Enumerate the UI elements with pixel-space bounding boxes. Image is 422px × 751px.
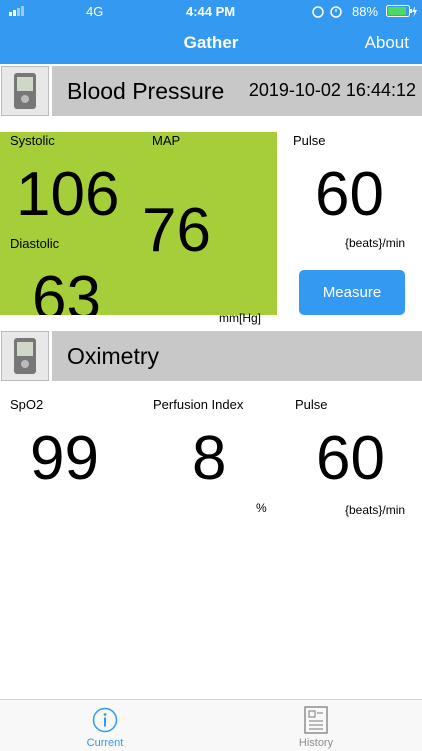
bp-pulse-label: Pulse bbox=[293, 133, 326, 148]
perfusion-unit: % bbox=[256, 501, 267, 515]
spo2-label: SpO2 bbox=[10, 397, 44, 412]
diastolic-label: Diastolic bbox=[10, 236, 60, 251]
navigation-bar: 4G 4:44 PM 88% Gather About bbox=[0, 0, 422, 64]
systolic-value: 106 bbox=[16, 160, 120, 229]
bp-device-icon bbox=[1, 66, 49, 116]
diastolic-value: 63 bbox=[32, 268, 101, 315]
perfusion-label: Perfusion Index bbox=[153, 397, 244, 412]
oximetry-pulse-label: Pulse bbox=[295, 397, 328, 412]
spo2-value: 99 bbox=[30, 424, 99, 493]
status-time: 4:44 PM bbox=[186, 4, 236, 19]
about-button[interactable]: About bbox=[365, 33, 409, 53]
section-title-oximetry: Oximetry bbox=[67, 343, 159, 369]
battery-icon bbox=[386, 5, 417, 17]
blood-pressure-header: Blood Pressure 2019-10-02 16:44:12 bbox=[52, 66, 422, 116]
measurement-timestamp: 2019-10-02 16:44:12 bbox=[248, 80, 416, 100]
tab-bar: Current History bbox=[0, 699, 422, 751]
perfusion-value: 8 bbox=[192, 424, 227, 493]
oximetry-header: Oximetry bbox=[52, 331, 422, 381]
map-label: MAP bbox=[152, 133, 181, 148]
battery-percent: 88% bbox=[352, 4, 379, 19]
oximetry-pulse-value: 60 bbox=[316, 424, 385, 493]
info-icon bbox=[92, 707, 118, 733]
pressure-unit: mm[Hg] bbox=[219, 311, 261, 325]
tab-history[interactable]: History bbox=[266, 700, 366, 750]
tab-history-label: History bbox=[298, 737, 334, 749]
oximeter-device-icon bbox=[1, 331, 49, 381]
lock-alarm-icons bbox=[312, 6, 342, 18]
map-value: 76 bbox=[142, 196, 211, 265]
document-icon bbox=[304, 706, 328, 734]
carrier-label: 4G bbox=[86, 4, 104, 19]
measure-button[interactable]: Measure bbox=[299, 270, 405, 315]
tab-current[interactable]: Current bbox=[55, 700, 155, 750]
oximetry-pulse-unit: {beats}/min bbox=[345, 503, 406, 517]
systolic-label: Systolic bbox=[10, 133, 55, 148]
signal-icon bbox=[9, 6, 25, 16]
section-title-blood-pressure: Blood Pressure bbox=[67, 78, 225, 104]
bp-pulse-unit: {beats}/min bbox=[345, 236, 406, 250]
bp-pulse-value: 60 bbox=[315, 160, 384, 229]
page-title: Gather bbox=[183, 33, 239, 52]
tab-current-label: Current bbox=[86, 737, 124, 749]
